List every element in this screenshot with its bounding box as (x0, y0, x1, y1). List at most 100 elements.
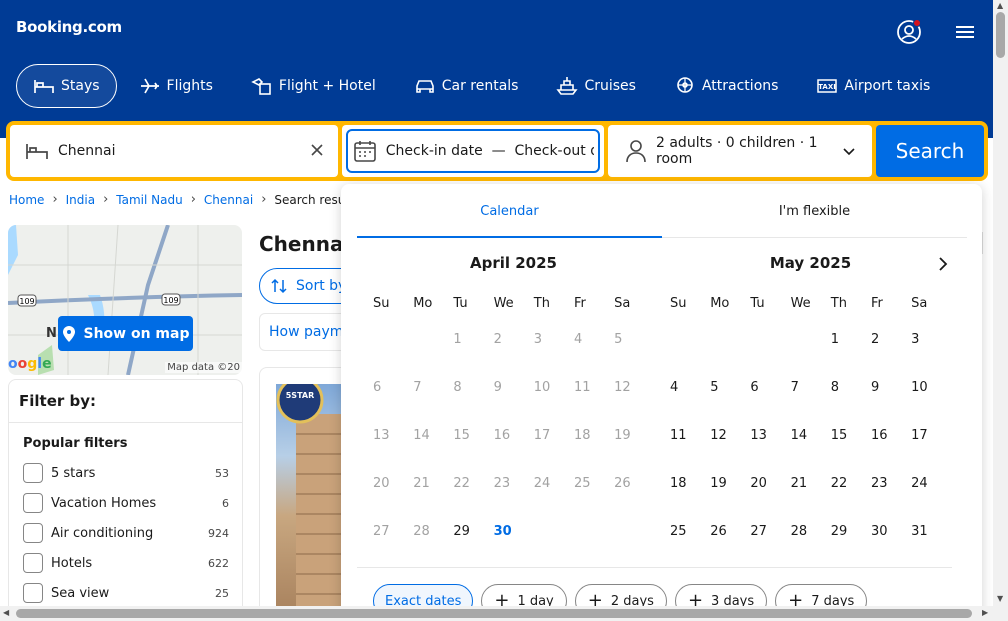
filter-label: Vacation Homes (51, 495, 157, 511)
vertical-scroll-thumb[interactable] (996, 12, 1005, 58)
calendar-day[interactable]: 6 (750, 380, 790, 428)
empty-cell (413, 332, 453, 380)
checkbox[interactable] (23, 523, 43, 543)
breadcrumb-home[interactable]: Home (9, 193, 44, 207)
vertical-scrollbar[interactable]: ▲ ▼ (993, 0, 1008, 621)
breadcrumb-tamil-nadu[interactable]: Tamil Nadu (116, 193, 182, 207)
weekday-header: Su Mo Tu We Th Fr Sa (670, 296, 951, 311)
calendar-day[interactable]: 29 (453, 524, 493, 572)
checkbox[interactable] (23, 463, 43, 483)
calendar-day[interactable]: 14 (791, 428, 831, 476)
show-on-map-label: Show on map (83, 325, 190, 342)
checkbox[interactable] (23, 583, 43, 603)
calendar-day[interactable]: 13 (750, 428, 790, 476)
nav-label: Attractions (701, 78, 779, 94)
filter-vacation-homes[interactable]: Vacation Homes 6 (23, 492, 229, 514)
breadcrumb-chennai[interactable]: Chennai (204, 193, 253, 207)
filter-5-stars[interactable]: 5 stars 53 (23, 462, 229, 484)
calendar-day[interactable]: 27 (750, 524, 790, 572)
scroll-right-arrow[interactable]: ▶ (982, 608, 988, 617)
nav-flight-hotel[interactable]: Flight + Hotel (235, 64, 392, 108)
search-button[interactable]: Search (876, 125, 984, 177)
map-preview[interactable]: 109 109 N oogle Map data ©20 Show on map (8, 225, 242, 375)
calendar-day[interactable]: 4 (670, 380, 710, 428)
booking-logo[interactable]: Booking.com (16, 18, 122, 36)
scroll-left-arrow[interactable]: ◀ (3, 608, 9, 617)
calendar-day[interactable]: 7 (791, 380, 831, 428)
filter-panel: Filter by: Popular filters 5 stars 53 Va… (8, 379, 243, 619)
guests-text: 2 adults · 0 children · 1 room (656, 135, 818, 167)
calendar-day[interactable]: 15 (831, 428, 871, 476)
calendar-day[interactable]: 20 (750, 476, 790, 524)
calendar-day[interactable]: 8 (831, 380, 871, 428)
calendar-day: 5 (614, 332, 623, 347)
weekday-header: Su Mo Tu We Th Fr Sa (373, 296, 654, 311)
destination-field[interactable]: Chennai (10, 125, 338, 177)
filter-air-conditioning[interactable]: Air conditioning 924 (23, 522, 229, 544)
calendar-day[interactable]: 10 (911, 380, 951, 428)
chevron-down-icon (842, 144, 856, 158)
calendar-day[interactable]: 23 (871, 476, 911, 524)
calendar-day[interactable]: 19 (710, 476, 750, 524)
nav-attractions[interactable]: Attractions (658, 64, 794, 108)
empty-cell (791, 332, 831, 380)
scroll-down-arrow[interactable]: ▼ (997, 594, 1003, 603)
tab-flexible[interactable]: I'm flexible (662, 198, 967, 238)
calendar-day[interactable]: 11 (670, 428, 710, 476)
calendar-day[interactable]: 26 (710, 524, 750, 572)
month-title-may: May 2025 (769, 254, 852, 272)
calendar-day[interactable]: 16 (871, 428, 911, 476)
horizontal-scroll-thumb[interactable] (16, 609, 972, 618)
calendar-day[interactable]: 24 (911, 476, 951, 524)
destination-input[interactable]: Chennai (58, 143, 115, 159)
calendar-day[interactable]: 18 (670, 476, 710, 524)
calendar-day[interactable]: 5 (710, 380, 750, 428)
calendar-day[interactable]: 25 (670, 524, 710, 572)
filter-count: 53 (215, 466, 229, 480)
checkbox[interactable] (23, 553, 43, 573)
calendar-day[interactable]: 12 (710, 428, 750, 476)
calendar-day[interactable]: 2 (871, 332, 911, 380)
calendar-day[interactable]: 22 (831, 476, 871, 524)
bed-icon (24, 138, 50, 164)
guests-field[interactable]: 2 adults · 0 children · 1 room (608, 125, 872, 177)
nav-stays[interactable]: Stays (16, 64, 117, 108)
filter-title: Filter by: (19, 392, 97, 410)
calendar-day[interactable]: 17 (911, 428, 951, 476)
calendar-day: 10 (533, 380, 551, 395)
calendar-day[interactable]: 3 (911, 332, 951, 380)
breadcrumb-india[interactable]: India (66, 193, 95, 207)
tab-calendar[interactable]: Calendar (357, 198, 662, 238)
calendar-day[interactable]: 31 (911, 524, 951, 572)
nav-flights[interactable]: Flights (123, 64, 229, 108)
chevron-right-icon[interactable] (933, 254, 953, 274)
map-place-letter: N (46, 326, 57, 341)
checkbox[interactable] (23, 493, 43, 513)
scroll-up-arrow[interactable]: ▲ (997, 1, 1003, 10)
filter-hotels[interactable]: Hotels 622 (23, 552, 229, 574)
calendar-day[interactable]: 29 (831, 524, 871, 572)
google-logo: oogle (8, 356, 52, 372)
calendar-day[interactable]: 28 (791, 524, 831, 572)
calendar-day[interactable]: 21 (791, 476, 831, 524)
calendar-day: 11 (573, 380, 591, 395)
calendar-day[interactable]: 30 (494, 524, 534, 572)
nav-car-rentals[interactable]: Car rentals (398, 64, 535, 108)
account-icon[interactable] (896, 19, 922, 45)
nav-label: Flight + Hotel (278, 78, 376, 94)
filter-sea-view[interactable]: Sea view 25 (23, 582, 229, 604)
weekday-label: Th (533, 296, 550, 311)
nav-airport-taxis[interactable]: TAXI Airport taxis (800, 64, 946, 108)
calendar-day[interactable]: 9 (871, 380, 911, 428)
calendar-day: 9 (493, 380, 502, 395)
clear-icon[interactable] (308, 141, 326, 159)
show-on-map-button[interactable]: Show on map (58, 316, 193, 351)
calendar-day[interactable]: 1 (831, 332, 871, 380)
calendar-day: 14 (413, 428, 430, 443)
calendar-day[interactable]: 30 (871, 524, 911, 572)
dates-field[interactable]: Check-in date — Check-out da (342, 125, 604, 177)
nav-cruises[interactable]: Cruises (540, 64, 652, 108)
hamburger-menu-icon[interactable] (954, 22, 976, 42)
horizontal-scrollbar[interactable]: ◀ ▶ (0, 606, 993, 621)
empty-cell (670, 332, 710, 380)
